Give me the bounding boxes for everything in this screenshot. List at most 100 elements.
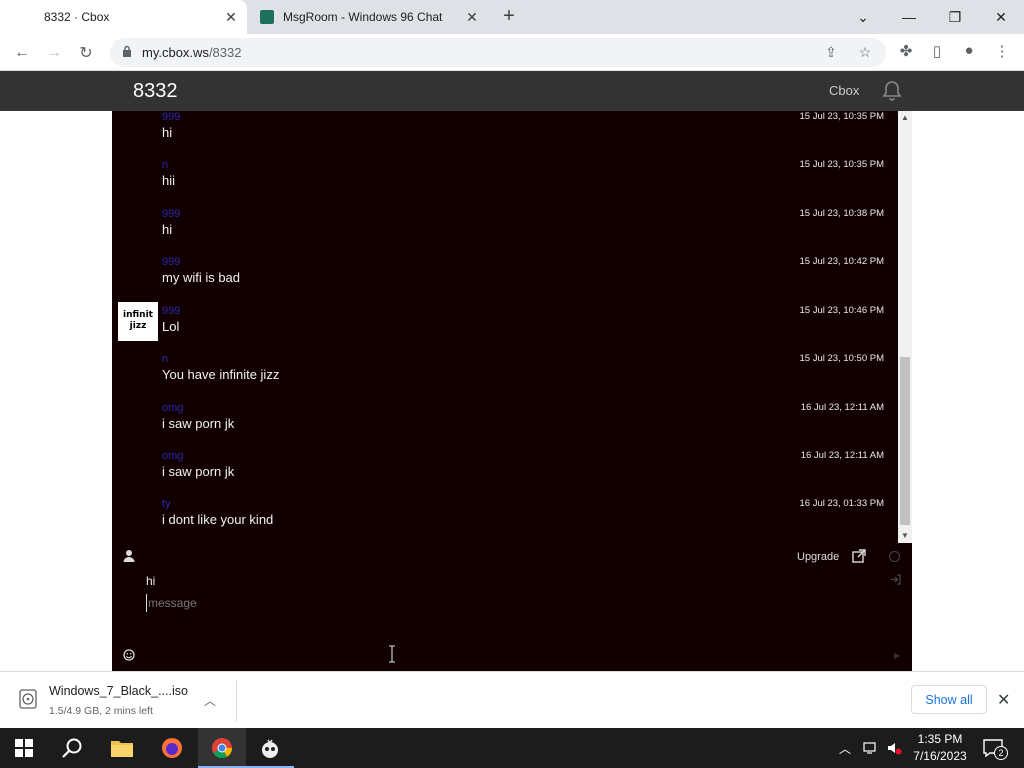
message-author[interactable]: 999 xyxy=(162,256,180,268)
msgroom-favicon-icon xyxy=(260,10,274,24)
message-time: 15 Jul 23, 10:38 PM xyxy=(799,208,885,219)
message-time: 15 Jul 23, 10:35 PM xyxy=(799,159,885,170)
message-time: 15 Jul 23, 10:50 PM xyxy=(799,353,885,364)
close-icon[interactable]: ✕ xyxy=(997,690,1010,710)
message-author[interactable]: ty xyxy=(162,498,171,510)
side-panel-icon[interactable]: ▯ xyxy=(926,42,948,64)
close-tab-icon[interactable]: ✕ xyxy=(223,9,239,25)
profile-icon[interactable]: ● xyxy=(958,42,980,64)
message-author[interactable]: 999 xyxy=(162,111,180,123)
volume-muted-icon[interactable] xyxy=(886,740,902,756)
taskbar: ︿ 1:35 PM 7/16/2023 2 xyxy=(0,728,1024,768)
message-item: n hii 15 Jul 23, 10:35 PM xyxy=(112,159,896,207)
message-author[interactable]: 999 xyxy=(162,305,180,317)
address-bar[interactable]: my.cbox.ws/8332 ⇪ ☆ xyxy=(110,38,886,67)
lock-icon xyxy=(123,45,131,57)
message-time: 15 Jul 23, 10:35 PM xyxy=(799,111,885,122)
reload-icon[interactable]: ↻ xyxy=(73,40,99,66)
avatar-text-line: jizz xyxy=(129,321,147,331)
message-author[interactable]: n xyxy=(162,353,168,365)
back-icon[interactable]: ← xyxy=(9,40,35,66)
message-time: 16 Jul 23, 12:11 AM xyxy=(800,402,884,413)
chrome-button[interactable] xyxy=(198,728,246,768)
scrollbar-thumb[interactable] xyxy=(900,357,910,525)
message-text: Lol xyxy=(162,319,180,334)
bookmark-star-icon[interactable]: ☆ xyxy=(856,44,874,62)
new-tab-icon[interactable]: + xyxy=(498,6,520,28)
message-item: 999 hi 15 Jul 23, 10:35 PM xyxy=(112,111,896,159)
firefox-button[interactable] xyxy=(148,728,196,768)
page-title: 8332 xyxy=(133,80,178,102)
extensions-icon[interactable]: ✤ xyxy=(895,42,917,64)
message-input[interactable] xyxy=(146,594,746,612)
message-text: i dont like your kind xyxy=(162,512,274,527)
message-text: my wifi is bad xyxy=(162,270,241,285)
message-text: hi xyxy=(162,222,173,237)
firefox-icon xyxy=(162,738,182,758)
message-text: You have infinite jizz xyxy=(162,367,280,382)
scroll-down-icon[interactable]: ▼ xyxy=(898,529,912,543)
message-author[interactable]: 999 xyxy=(162,208,180,220)
chat-scrollbar[interactable]: ▲ ▼ xyxy=(898,111,912,543)
bell-icon[interactable] xyxy=(880,79,904,103)
message-author[interactable]: n xyxy=(162,159,168,171)
download-filename[interactable]: Windows_7_Black_....iso xyxy=(49,684,188,698)
send-icon[interactable]: ▶ xyxy=(894,651,900,660)
tray-overflow-icon[interactable]: ︿ xyxy=(839,740,855,756)
message-text: hii xyxy=(162,173,176,188)
tab-title: MsgRoom - Windows 96 Chat xyxy=(283,10,443,24)
sign-in-icon[interactable] xyxy=(890,574,901,585)
windows-logo-icon xyxy=(15,739,33,757)
cbox-brand-link[interactable]: Cbox xyxy=(829,83,859,98)
emoji-icon[interactable] xyxy=(123,649,135,661)
close-window-icon[interactable]: ✕ xyxy=(978,0,1024,34)
chat-panel: 999 hi 15 Jul 23, 10:35 PM n hii 15 Jul … xyxy=(112,111,912,671)
message-author[interactable]: omg xyxy=(162,450,183,462)
cbox-header: 8332 Cbox xyxy=(0,71,1024,111)
message-text: hi xyxy=(162,125,173,140)
upgrade-link[interactable]: Upgrade xyxy=(797,551,839,563)
message-item: n You have infinite jizz 15 Jul 23, 10:5… xyxy=(112,353,896,401)
message-text: i saw porn jk xyxy=(162,464,235,479)
message-author[interactable]: omg xyxy=(162,402,183,414)
divider xyxy=(236,680,237,722)
tab-msgroom[interactable]: MsgRoom - Windows 96 Chat ✕ xyxy=(250,0,488,34)
name-field[interactable] xyxy=(146,572,746,590)
user-icon[interactable] xyxy=(122,549,136,563)
message-item: ty i dont like your kind 16 Jul 23, 01:3… xyxy=(112,498,896,543)
notification-count-badge: 2 xyxy=(994,746,1008,760)
minimize-icon[interactable]: — xyxy=(886,0,932,34)
msgroom-app-button[interactable] xyxy=(246,728,294,768)
avatar-text-line: infinit xyxy=(123,310,153,320)
clock-time: 1:35 PM xyxy=(917,732,963,746)
tab-title: 8332 · Cbox xyxy=(44,10,110,24)
search-button[interactable] xyxy=(48,728,96,768)
restore-icon[interactable]: ❐ xyxy=(932,0,978,34)
message-item: omg i saw porn jk 16 Jul 23, 12:11 AM xyxy=(112,402,896,450)
start-button[interactable] xyxy=(0,728,48,768)
forward-icon[interactable]: → xyxy=(41,40,67,66)
clock-date: 7/16/2023 xyxy=(913,749,967,763)
tab-search-icon[interactable]: ⌄ xyxy=(840,0,886,34)
system-clock[interactable]: 1:35 PM 7/16/2023 xyxy=(908,731,972,765)
url-host: my.cbox.ws xyxy=(142,45,209,60)
iso-file-icon xyxy=(19,689,37,709)
menu-icon[interactable]: ⋮ xyxy=(991,42,1013,64)
browser-tab-strip: 8332 · Cbox ✕ MsgRoom - Windows 96 Chat … xyxy=(0,0,1024,34)
external-link-icon[interactable] xyxy=(852,549,866,563)
chevron-up-icon[interactable]: ︿ xyxy=(204,692,216,709)
connection-status-icon xyxy=(889,551,900,562)
file-explorer-button[interactable] xyxy=(98,728,146,768)
tab-cbox[interactable]: 8332 · Cbox ✕ xyxy=(0,0,247,34)
message-item: 999 my wifi is bad 15 Jul 23, 10:42 PM xyxy=(112,256,896,304)
close-tab-icon[interactable]: ✕ xyxy=(464,9,480,25)
url-path: /8332 xyxy=(208,45,242,60)
scroll-up-icon[interactable]: ▲ xyxy=(898,111,912,125)
message-list[interactable]: 999 hi 15 Jul 23, 10:35 PM n hii 15 Jul … xyxy=(112,111,896,543)
network-icon[interactable] xyxy=(863,740,879,756)
message-item: 999 hi 15 Jul 23, 10:38 PM xyxy=(112,208,896,256)
show-all-button[interactable]: Show all xyxy=(911,685,987,714)
download-bar: Windows_7_Black_....iso 1.5/4.9 GB, 2 mi… xyxy=(0,671,1024,728)
avatar: infinit jizz xyxy=(118,302,158,341)
share-icon[interactable]: ⇪ xyxy=(822,44,840,62)
